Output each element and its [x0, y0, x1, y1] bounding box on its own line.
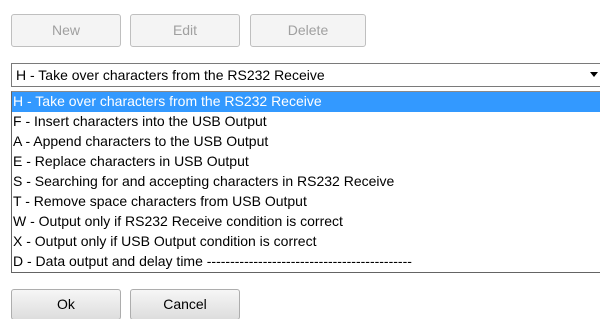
command-type-dropdown-list: H - Take over characters from the RS232 … — [11, 91, 600, 273]
command-type-select[interactable]: H - Take over characters from the RS232 … — [11, 63, 600, 87]
dropdown-option-h[interactable]: H - Take over characters from the RS232 … — [12, 92, 600, 112]
dropdown-option-w[interactable]: W - Output only if RS232 Receive conditi… — [12, 212, 600, 232]
dropdown-option-f[interactable]: F - Insert characters into the USB Outpu… — [12, 112, 600, 132]
ok-button[interactable]: Ok — [11, 289, 121, 319]
cancel-button[interactable]: Cancel — [130, 289, 240, 319]
dialog: New Edit Delete H - Take over characters… — [0, 0, 600, 319]
edit-button[interactable]: Edit — [130, 14, 240, 47]
dropdown-option-a[interactable]: A - Append characters to the USB Output — [12, 132, 600, 152]
new-button[interactable]: New — [11, 14, 121, 47]
dropdown-option-d[interactable]: D - Data output and delay time ---------… — [12, 252, 600, 272]
dropdown-option-x[interactable]: X - Output only if USB Output condition … — [12, 232, 600, 252]
chevron-down-icon[interactable] — [590, 72, 598, 77]
dropdown-option-t[interactable]: T - Remove space characters from USB Out… — [12, 192, 600, 212]
dropdown-option-s[interactable]: S - Searching for and accepting characte… — [12, 172, 600, 192]
dropdown-option-e[interactable]: E - Replace characters in USB Output — [12, 152, 600, 172]
delete-button[interactable]: Delete — [250, 14, 366, 47]
command-type-selected-value: H - Take over characters from the RS232 … — [16, 67, 325, 83]
